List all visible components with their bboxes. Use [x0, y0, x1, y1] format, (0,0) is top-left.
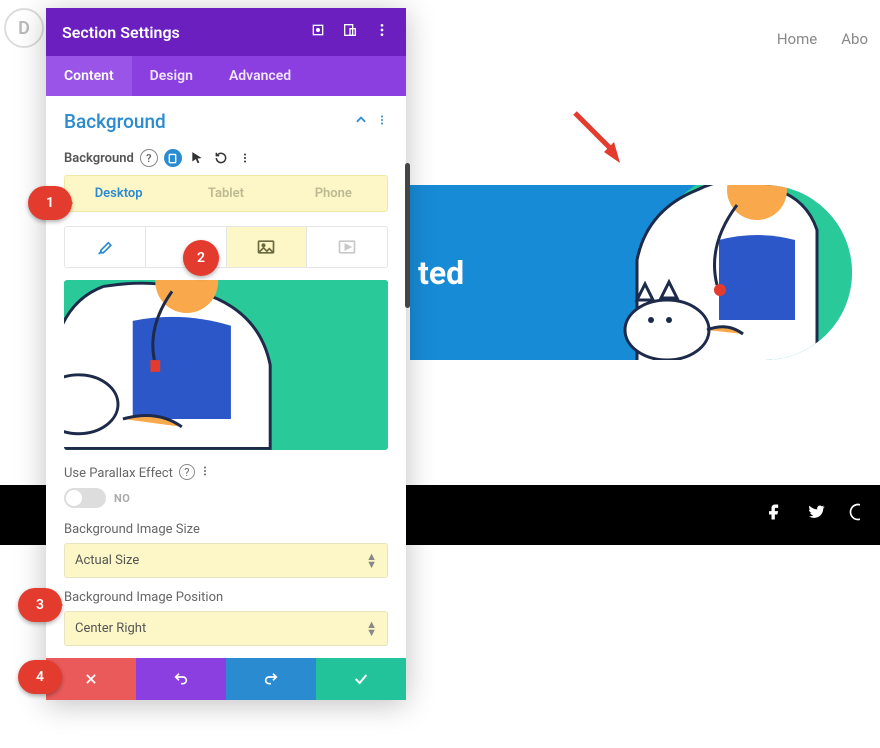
tab-content[interactable]: Content	[46, 56, 132, 96]
panel-title: Section Settings	[62, 23, 180, 42]
kebab-icon[interactable]	[374, 22, 390, 42]
bg-type-color[interactable]	[65, 227, 146, 267]
save-button[interactable]	[316, 658, 406, 700]
bg-size-select[interactable]: Actual Size ▲▼	[64, 543, 388, 578]
responsive-icon[interactable]	[342, 22, 358, 42]
annotation-step-4: 4	[18, 660, 62, 694]
help-icon[interactable]: ?	[179, 464, 195, 480]
responsive-toggle-icon[interactable]	[164, 149, 182, 167]
hero-illustration	[552, 185, 852, 360]
settings-panel: Section Settings Content Design Advanced…	[46, 8, 406, 700]
bg-type-video[interactable]	[307, 227, 387, 267]
bg-type-image[interactable]	[227, 227, 308, 267]
twitter-icon[interactable]	[806, 502, 826, 528]
panel-header: Section Settings	[46, 8, 406, 56]
tab-advanced[interactable]: Advanced	[211, 56, 309, 96]
undo-button[interactable]	[136, 658, 226, 700]
tab-design[interactable]: Design	[132, 56, 211, 96]
kebab-icon[interactable]	[236, 149, 254, 167]
parallax-toggle[interactable]	[64, 488, 106, 508]
logo-circle: D	[4, 8, 44, 48]
panel-tabs: Content Design Advanced	[46, 56, 406, 96]
kebab-icon[interactable]	[376, 112, 388, 131]
background-label: Background	[64, 151, 134, 166]
device-tablet[interactable]: Tablet	[172, 176, 279, 211]
more-social-icon[interactable]	[848, 502, 860, 528]
panel-footer	[46, 658, 406, 700]
annotation-step-3: 3	[18, 588, 62, 622]
hero-text: ted	[410, 254, 464, 292]
annotation-step-2: 2	[183, 240, 219, 276]
top-nav: Home Abo	[777, 30, 868, 48]
section-title: Background	[64, 110, 166, 133]
nav-about[interactable]: Abo	[841, 30, 868, 48]
select-caret-icon: ▲▼	[366, 553, 377, 569]
scrollbar[interactable]	[405, 163, 410, 308]
help-icon[interactable]: ?	[140, 149, 158, 167]
background-label-row: Background ?	[64, 149, 388, 167]
expand-icon[interactable]	[310, 22, 326, 42]
redo-button[interactable]	[226, 658, 316, 700]
panel-body: Background ? Desktop Tablet Phone	[46, 139, 406, 646]
bg-position-value: Center Right	[75, 621, 146, 636]
section-header[interactable]: Background	[46, 96, 406, 139]
parallax-value: NO	[114, 492, 130, 505]
bg-position-select[interactable]: Center Right ▲▼	[64, 611, 388, 646]
annotation-step-1: 1	[28, 186, 72, 220]
parallax-label-row: Use Parallax Effect ?	[64, 464, 388, 482]
reset-icon[interactable]	[212, 149, 230, 167]
background-preview[interactable]	[64, 280, 388, 450]
bg-position-label: Background Image Position	[64, 590, 388, 605]
kebab-icon[interactable]	[199, 464, 211, 482]
device-phone[interactable]: Phone	[280, 176, 387, 211]
bg-size-label: Background Image Size	[64, 522, 388, 537]
annotation-arrow	[570, 108, 630, 168]
hero-banner: ted	[410, 185, 852, 360]
parallax-toggle-row: NO	[64, 488, 388, 508]
facebook-icon[interactable]	[764, 502, 784, 528]
chevron-up-icon[interactable]	[354, 112, 368, 131]
logo-letter: D	[18, 18, 30, 39]
hover-icon[interactable]	[188, 149, 206, 167]
device-tabs: Desktop Tablet Phone	[64, 175, 388, 212]
nav-home[interactable]: Home	[777, 30, 817, 48]
parallax-label: Use Parallax Effect	[64, 466, 173, 481]
select-caret-icon: ▲▼	[366, 621, 377, 637]
bg-size-value: Actual Size	[75, 553, 139, 568]
